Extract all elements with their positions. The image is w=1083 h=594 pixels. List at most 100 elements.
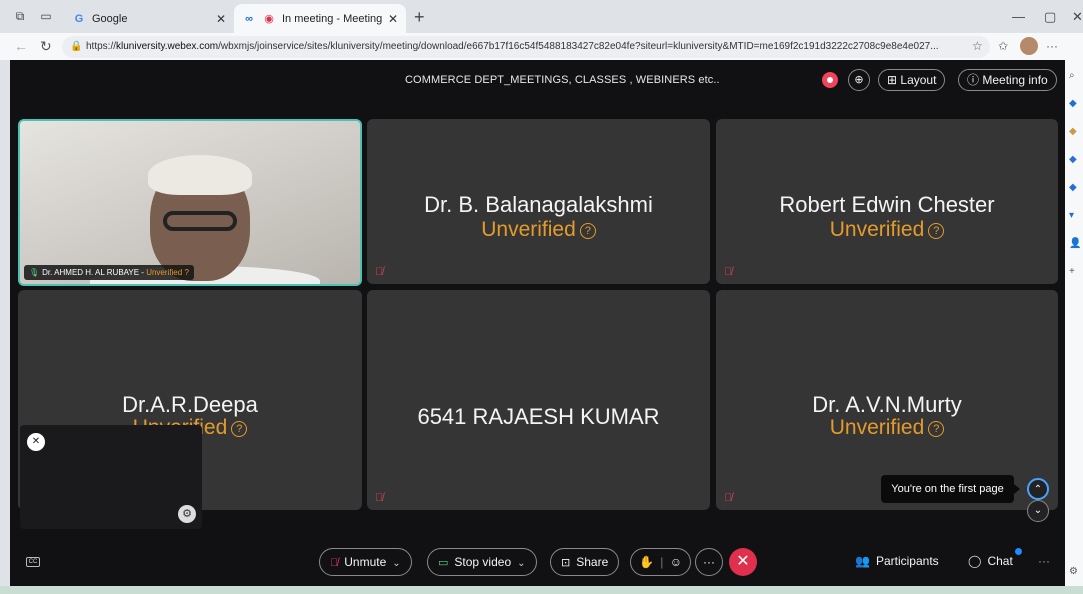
favorite-star-icon[interactable]: ☆ <box>972 39 983 53</box>
office-icon[interactable]: ▾ <box>1069 210 1074 221</box>
video-person-glasses <box>163 211 237 231</box>
self-view-settings-icon[interactable]: ⚙ <box>178 505 196 523</box>
mic-muted-icon: 🎙̸ <box>375 266 384 278</box>
help-icon[interactable]: ? <box>928 421 945 437</box>
share-button[interactable]: ⊡ Share <box>550 548 620 576</box>
more-controls-icon[interactable]: ··· <box>1038 554 1050 568</box>
tab-title: In meeting - Meeting - Webe <box>282 12 384 25</box>
webex-favicon-icon: ∞ <box>245 12 253 25</box>
back-icon[interactable]: ← <box>14 38 28 54</box>
recording-icon[interactable] <box>822 72 838 88</box>
people-icon[interactable]: 👤 <box>1069 238 1081 249</box>
participants-icon: 👥 <box>855 554 870 568</box>
help-icon[interactable]: ? <box>184 268 188 277</box>
add-sidebar-icon[interactable]: + <box>1069 266 1075 277</box>
reactions-group: ✋ | ☺ <box>630 548 692 576</box>
webex-meeting-window: COMMERCE DEPT_MEETINGS, CLASSES , WEBINE… <box>10 60 1065 586</box>
url-path: /wbxmjs/joinservice/sites/kluniversity/m… <box>218 41 939 52</box>
chevron-down-icon: ⌄ <box>1033 505 1043 516</box>
participant-name: Dr. A.V.N.Murty <box>812 392 962 417</box>
participant-name: 6541 RAJAESH KUMAR <box>417 404 660 429</box>
participant-tile-video[interactable]: 🎙 Dr. AHMED H. AL RUBAYE - Unverified ? <box>18 119 362 286</box>
google-favicon-icon: G <box>74 12 84 25</box>
unverified-status: Unverified? <box>367 218 710 242</box>
close-tab-icon[interactable]: ✕ <box>216 12 226 26</box>
tab-actions-icon[interactable]: ▭ <box>38 9 54 23</box>
sidebar-settings-icon[interactable]: ⚙ <box>1069 566 1078 577</box>
participants-button[interactable]: 👥 Participants <box>855 554 939 568</box>
leave-meeting-button[interactable]: ✕ <box>729 548 757 576</box>
tab-google[interactable]: G Google ✕ <box>64 4 234 33</box>
new-tab-icon[interactable]: + <box>414 7 425 28</box>
raise-hand-icon[interactable]: ✋ <box>639 555 654 569</box>
shopping-icon[interactable]: ◆ <box>1069 126 1077 137</box>
emoji-reaction-icon[interactable]: ☺ <box>670 555 682 569</box>
minimize-icon[interactable]: — <box>1012 9 1025 24</box>
copilot-icon[interactable]: ◆ <box>1069 98 1077 109</box>
meeting-info-button[interactable]: ⓘ Meeting info <box>958 69 1057 91</box>
share-screen-icon: ⊡ <box>561 557 571 569</box>
taskbar-strip <box>0 586 1083 594</box>
tab-webex-meeting[interactable]: ∞ ◉ In meeting - Meeting - Webe ✕ <box>234 4 406 33</box>
stop-video-button[interactable]: ▭ Stop video ⌄ <box>427 548 537 576</box>
chat-notification-badge <box>1015 548 1022 555</box>
participant-tile[interactable]: Dr. B. Balanagalakshmi Unverified? 🎙̸ <box>367 119 710 284</box>
profile-avatar[interactable] <box>1020 37 1038 55</box>
participant-tile[interactable]: 6541 RAJAESH KUMAR 🎙̸ <box>367 290 710 510</box>
mic-muted-icon: 🎙̸ <box>375 492 384 504</box>
url-host: kluniversity.webex.com <box>116 41 219 52</box>
previous-page-button[interactable]: ⌃ <box>1027 478 1049 500</box>
recording-indicator-icon: ◉ <box>264 12 274 25</box>
search-icon[interactable]: ⌕ <box>1069 70 1075 81</box>
unpin-icon[interactable]: ✕ <box>27 433 45 451</box>
zoom-icon: ⊕ <box>854 74 864 86</box>
mic-muted-icon: 🎙̸ <box>724 266 733 278</box>
unverified-status: Unverified? <box>716 218 1058 242</box>
mic-muted-icon: 🎙̸ <box>724 492 733 504</box>
close-window-icon[interactable]: ✕ <box>1072 9 1083 25</box>
share-label: Share <box>576 555 609 569</box>
meeting-info-label: Meeting info <box>982 73 1048 87</box>
restore-icon[interactable]: ▢ <box>1044 9 1056 25</box>
more-icon: ··· <box>703 555 715 569</box>
next-page-button[interactable]: ⌄ <box>1027 500 1049 522</box>
chat-label: Chat <box>987 554 1013 568</box>
url-field[interactable]: 🔒 https://kluniversity.webex.com/wbxmjs/… <box>62 36 990 58</box>
video-camera-icon: ▭ <box>438 557 449 569</box>
info-icon: ⓘ <box>967 73 980 87</box>
participant-tile[interactable]: Robert Edwin Chester Unverified? 🎙̸ <box>716 119 1058 284</box>
chevron-down-icon[interactable]: ⌄ <box>517 558 525 569</box>
video-person-hair <box>148 155 252 195</box>
help-icon[interactable]: ? <box>928 223 945 239</box>
games-icon[interactable]: ◆ <box>1069 182 1077 193</box>
chevron-up-icon: ⌃ <box>1033 484 1043 495</box>
self-view-preview[interactable]: ✕ ⚙ <box>20 425 202 529</box>
closed-captions-icon[interactable]: CC <box>26 557 40 567</box>
unmute-button[interactable]: 🎙̸ Unmute ⌄ <box>319 548 412 576</box>
browser-tab-bar: ⧉ ▭ G Google ✕ ∞ ◉ In meeting - Meeting … <box>0 0 1083 33</box>
first-page-tooltip: You're on the first page <box>881 475 1020 503</box>
chevron-down-icon[interactable]: ⌄ <box>392 558 400 569</box>
zoom-button[interactable]: ⊕ <box>848 69 870 91</box>
participants-label: Participants <box>875 554 939 568</box>
close-icon: ✕ <box>736 553 750 570</box>
participant-name: Dr. B. Balanagalakshmi <box>424 192 653 217</box>
help-icon[interactable]: ? <box>231 421 248 437</box>
more-menu-icon[interactable]: ··· <box>1046 39 1058 53</box>
refresh-icon[interactable]: ↻ <box>40 38 52 55</box>
lock-icon: 🔒 <box>70 41 83 52</box>
unverified-status: Unverified? <box>716 416 1058 440</box>
unmute-label: Unmute <box>344 555 387 569</box>
mic-on-icon: 🎙 <box>29 268 40 277</box>
url-prefix: https:// <box>86 41 117 52</box>
layout-button[interactable]: ⊞ Layout <box>878 69 946 91</box>
participant-name: Robert Edwin Chester <box>779 192 995 217</box>
close-tab-icon[interactable]: ✕ <box>388 12 398 26</box>
help-icon[interactable]: ? <box>579 223 596 239</box>
more-options-button[interactable]: ··· <box>695 548 723 576</box>
chat-button[interactable]: ◯ Chat <box>968 554 1013 568</box>
tools-icon[interactable]: ◆ <box>1069 154 1077 165</box>
workspaces-icon[interactable]: ⧉ <box>12 9 28 23</box>
participant-name: Dr. AHMED H. AL RUBAYE <box>42 268 140 277</box>
favorites-icon[interactable]: ✩ <box>998 39 1008 53</box>
